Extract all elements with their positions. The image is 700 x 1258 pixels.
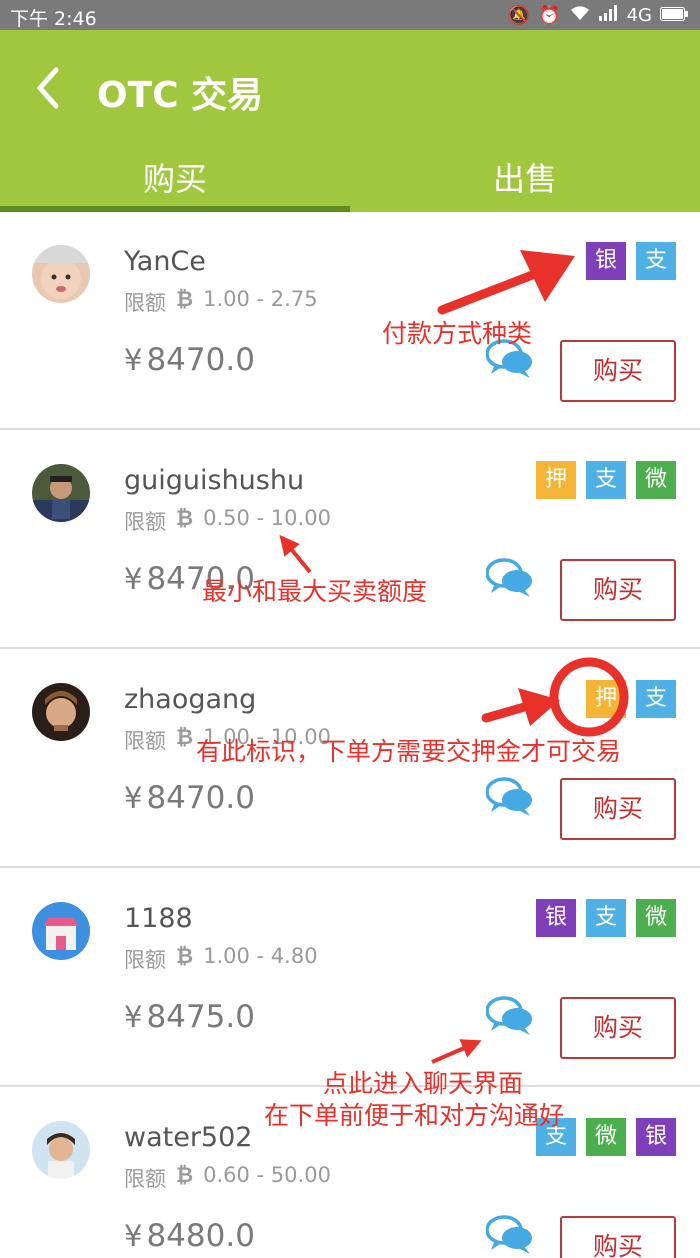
chat-icon[interactable] bbox=[485, 1214, 534, 1256]
limit-label: 限额 bbox=[124, 1167, 166, 1191]
btc-icon: ₿ bbox=[176, 506, 194, 530]
status-time: 下午 2:46 bbox=[10, 8, 97, 30]
limit-row: 限额 ₿ 1.00 - 2.75 bbox=[124, 287, 318, 317]
price: ¥8480.0 bbox=[124, 1218, 255, 1254]
page-title: OTC 交易 bbox=[97, 75, 264, 116]
btc-icon: ₿ bbox=[176, 725, 194, 749]
wechat-tag: 微 bbox=[636, 899, 676, 937]
buy-button[interactable]: 购买 bbox=[560, 340, 676, 402]
offer-card: 1188 限额 ₿ 1.00 - 4.80 ¥8475.0 银 支 微 购买 bbox=[0, 869, 700, 1087]
buy-button[interactable]: 购买 bbox=[560, 559, 676, 621]
annotation-payment-types: 付款方式种类 bbox=[382, 319, 533, 348]
signal-icon bbox=[598, 5, 619, 26]
status-bar: 下午 2:46 🔕 ⏰ 4G bbox=[0, 0, 700, 30]
username: water502 bbox=[124, 1122, 253, 1153]
avatar bbox=[32, 1121, 90, 1179]
alarm-icon: ⏰ bbox=[538, 5, 561, 26]
yen-icon: ¥ bbox=[124, 1219, 143, 1253]
payment-tags: 押 支 bbox=[586, 680, 676, 718]
yen-icon: ¥ bbox=[124, 562, 143, 596]
alipay-tag: 支 bbox=[586, 899, 626, 937]
btc-icon: ₿ bbox=[176, 1163, 194, 1187]
battery-icon bbox=[660, 5, 688, 26]
username: guiguishushu bbox=[124, 465, 305, 496]
payment-tags: 押 支 微 bbox=[536, 461, 676, 499]
offer-card: YanCe 限额 ₿ 1.00 - 2.75 ¥8470.0 银 支 购买 bbox=[0, 212, 700, 430]
limit-label: 限额 bbox=[124, 948, 166, 972]
network-type: 4G bbox=[626, 5, 652, 26]
offer-card: guiguishushu 限额 ₿ 0.50 - 10.00 ¥8470.0 押… bbox=[0, 431, 700, 649]
avatar bbox=[32, 245, 90, 303]
avatar bbox=[32, 464, 90, 522]
limit-range: 1.00 - 2.75 bbox=[203, 287, 318, 311]
wechat-tag: 微 bbox=[586, 1118, 626, 1156]
price: ¥8470.0 bbox=[124, 342, 255, 378]
chat-icon[interactable] bbox=[485, 557, 534, 599]
deposit-tag: 押 bbox=[536, 461, 576, 499]
limit-label: 限额 bbox=[124, 510, 166, 534]
buy-button[interactable]: 购买 bbox=[560, 778, 676, 840]
username: 1188 bbox=[124, 903, 193, 934]
limit-label: 限额 bbox=[124, 291, 166, 315]
alipay-tag: 支 bbox=[636, 680, 676, 718]
wifi-icon bbox=[569, 4, 591, 27]
price-value: 8470.0 bbox=[146, 780, 255, 816]
annotation-chat-line2: 在下单前便于和对方沟通好 bbox=[264, 1101, 565, 1130]
wechat-tag: 微 bbox=[636, 461, 676, 499]
alipay-tag: 支 bbox=[636, 242, 676, 280]
yen-icon: ¥ bbox=[124, 781, 143, 815]
limit-row: 限额 ₿ 0.50 - 10.00 bbox=[124, 506, 331, 536]
price-value: 8475.0 bbox=[146, 999, 255, 1035]
price: ¥8475.0 bbox=[124, 999, 255, 1035]
limit-row: 限额 ₿ 1.00 - 4.80 bbox=[124, 944, 318, 974]
bank-card-tag: 银 bbox=[636, 1118, 676, 1156]
limit-range: 0.50 - 10.00 bbox=[203, 506, 331, 530]
btc-icon: ₿ bbox=[176, 287, 194, 311]
price-value: 8470.0 bbox=[146, 342, 255, 378]
annotation-chat-line1: 点此进入聊天界面 bbox=[323, 1069, 524, 1098]
limit-row: 限额 ₿ 0.60 - 50.00 bbox=[124, 1163, 331, 1193]
bank-card-tag: 银 bbox=[586, 242, 626, 280]
chat-icon[interactable] bbox=[485, 995, 534, 1037]
btc-icon: ₿ bbox=[176, 944, 194, 968]
chat-icon[interactable] bbox=[485, 776, 534, 818]
limit-label: 限额 bbox=[124, 729, 166, 753]
buy-button[interactable]: 购买 bbox=[560, 997, 676, 1059]
price: ¥8470.0 bbox=[124, 780, 255, 816]
payment-tags: 银 支 微 bbox=[536, 899, 676, 937]
avatar bbox=[32, 683, 90, 741]
limit-range: 0.60 - 50.00 bbox=[203, 1163, 331, 1187]
chevron-left-icon bbox=[37, 67, 59, 109]
avatar bbox=[32, 902, 90, 960]
yen-icon: ¥ bbox=[124, 1000, 143, 1034]
app-bar: OTC 交易 购买 出售 bbox=[0, 30, 700, 212]
tab-buy[interactable]: 购买 bbox=[0, 154, 350, 200]
tab-sell[interactable]: 出售 bbox=[350, 154, 700, 200]
back-button[interactable] bbox=[30, 66, 70, 110]
bank-card-tag: 银 bbox=[536, 899, 576, 937]
annotation-deposit: 有此标识，下单方需要交押金才可交易 bbox=[196, 737, 622, 766]
price-value: 8480.0 bbox=[146, 1218, 255, 1254]
status-icons: 🔕 ⏰ 4G bbox=[508, 4, 688, 27]
mute-icon: 🔕 bbox=[507, 5, 531, 26]
buy-button[interactable]: 购买 bbox=[560, 1216, 676, 1258]
annotation-limits: 最小和最大买卖额度 bbox=[202, 577, 428, 606]
deposit-tag: 押 bbox=[586, 680, 626, 718]
payment-tags: 银 支 bbox=[586, 242, 676, 280]
limit-range: 1.00 - 4.80 bbox=[203, 944, 318, 968]
alipay-tag: 支 bbox=[586, 461, 626, 499]
username: zhaogang bbox=[124, 684, 257, 715]
username: YanCe bbox=[124, 246, 206, 277]
yen-icon: ¥ bbox=[124, 343, 143, 377]
